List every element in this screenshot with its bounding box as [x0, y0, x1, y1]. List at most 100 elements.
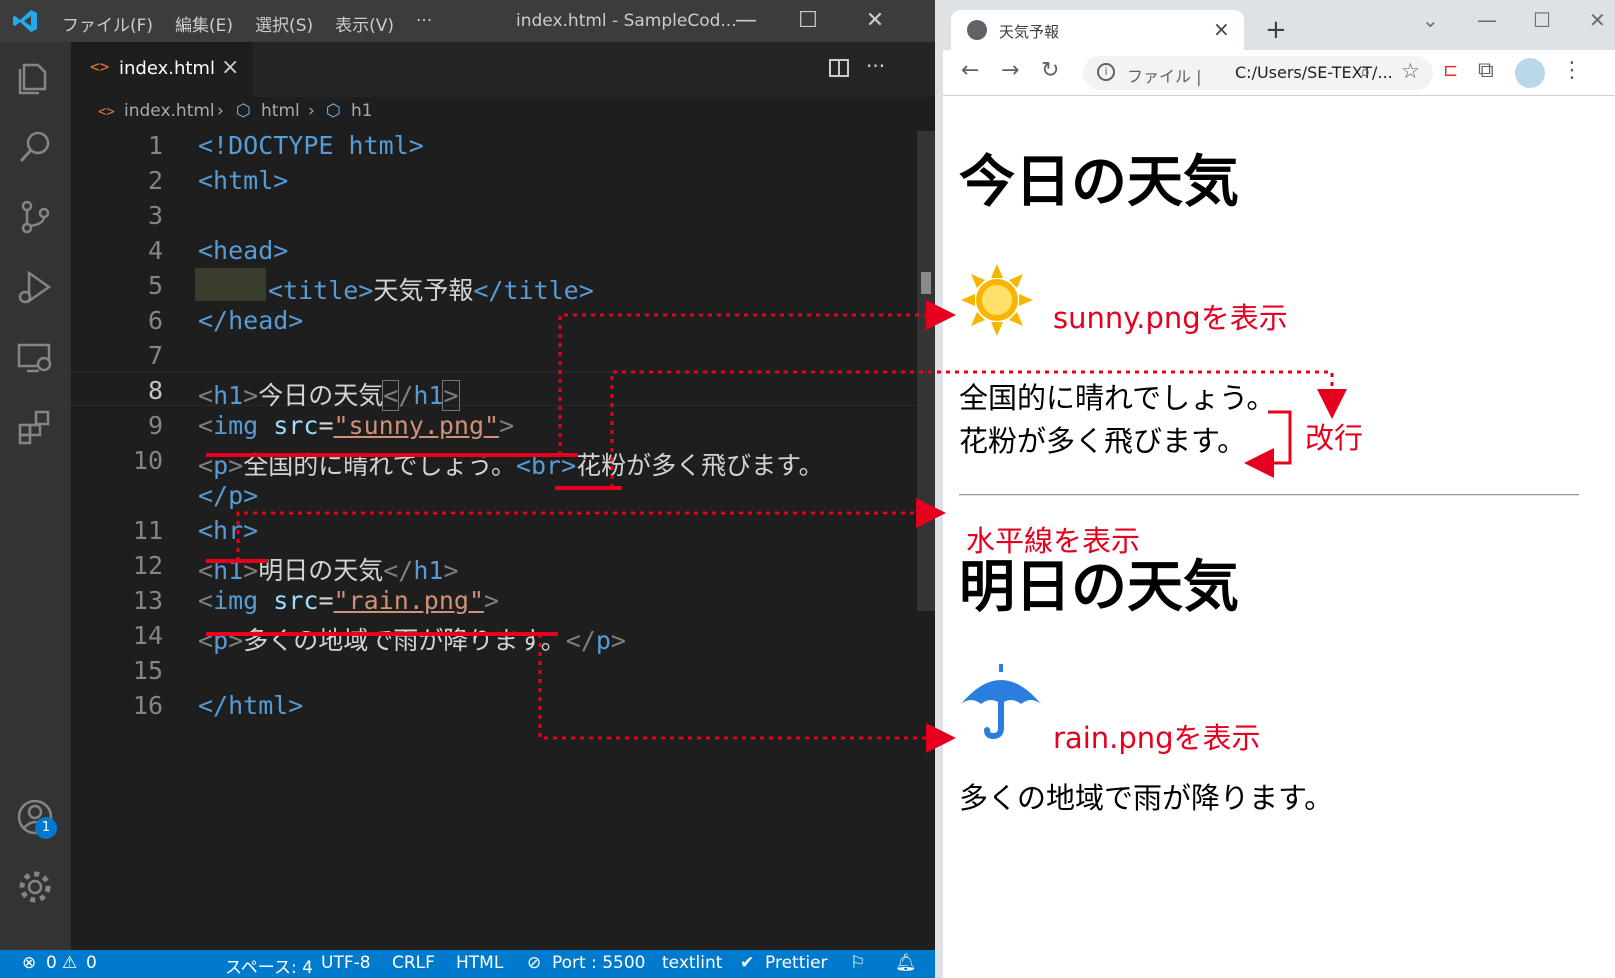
- menu-bar: ファイル(F) 編集(E) 選択(S) 表示(V) ···: [62, 11, 432, 36]
- new-tab-button[interactable]: +: [1265, 15, 1287, 45]
- activity-bar: 1: [0, 42, 71, 950]
- h1-text-today: 今日の天気: [258, 381, 384, 410]
- code-line-9: <img src="sunny.png">: [198, 411, 515, 440]
- maximize-button[interactable]: ☐: [788, 6, 828, 36]
- menu-file[interactable]: ファイル(F): [62, 11, 153, 36]
- p-close-tag: </p>: [198, 481, 259, 510]
- line-number: 12: [132, 551, 163, 580]
- html-file-icon: <>: [90, 57, 110, 76]
- line-number: 9: [147, 411, 163, 440]
- br-tag: <br>: [515, 451, 577, 480]
- browser-minimize-button[interactable]: —: [1477, 8, 1497, 32]
- editor-scrollbar[interactable]: [917, 131, 935, 611]
- line-number: 5: [147, 271, 163, 300]
- p-text-2: 花粉が多く飛びます。: [576, 451, 824, 480]
- menu-view[interactable]: 表示(V): [335, 11, 394, 36]
- browser-maximize-button[interactable]: ☐: [1533, 8, 1551, 32]
- star-icon[interactable]: ☆: [1401, 59, 1420, 83]
- umbrella-image: [961, 664, 1041, 740]
- title-text: 天気予報: [373, 276, 474, 305]
- account-badge: 1: [35, 817, 57, 839]
- settings-gear-icon[interactable]: [15, 867, 55, 907]
- error-icon[interactable]: ⊗: [22, 953, 36, 973]
- code-line-8: <h1>今日の天気</h1>: [198, 380, 460, 411]
- title-open-tag: <title>: [268, 276, 374, 305]
- line-number: 8: [147, 376, 163, 405]
- no-port-icon[interactable]: ⊘: [527, 953, 541, 973]
- code-line-13: <img src="rain.png">: [198, 586, 500, 615]
- status-encoding[interactable]: UTF-8: [321, 953, 371, 973]
- split-editor-icon[interactable]: [828, 57, 850, 79]
- back-icon[interactable]: ←: [961, 58, 979, 83]
- status-eol[interactable]: CRLF: [392, 953, 435, 973]
- zoom-icon[interactable]: ⌕: [1360, 61, 1371, 83]
- more-actions-icon[interactable]: ···: [866, 54, 885, 78]
- feedback-icon[interactable]: ⚐: [850, 953, 865, 973]
- browser-toolbar: ← → ↻ i ファイル | C:/Users/SE-TEXT/... ⌕ ☆ …: [943, 50, 1615, 96]
- code-line-10: <p>全国的に晴れでしょう。<br>花粉が多く飛びます。: [198, 451, 824, 480]
- title-bar: ファイル(F) 編集(E) 選択(S) 表示(V) ··· index.html…: [0, 0, 935, 42]
- forward-icon[interactable]: →: [1001, 58, 1019, 83]
- code-line-5: <title>天気予報</title>: [268, 271, 594, 307]
- status-bar: ⊗ 0 ⚠ 0 スペース: 4 UTF-8 CRLF HTML ⊘ Port :…: [0, 950, 935, 978]
- status-linter[interactable]: textlint: [662, 953, 722, 973]
- line-number: 13: [132, 586, 163, 615]
- browser-tab-close-icon[interactable]: ×: [1213, 17, 1230, 41]
- reload-icon[interactable]: ↻: [1041, 58, 1059, 83]
- element-icon: ⬡: [236, 101, 251, 121]
- element-icon: ⬡: [326, 101, 341, 121]
- code-line-16: </html>: [198, 691, 303, 720]
- annotation-rain: rain.pngを表示: [1053, 721, 1261, 755]
- code-line-6: </head>: [198, 306, 303, 335]
- paragraph-today: 全国的に晴れでしょう。 花粉が多く飛びます。: [959, 377, 1275, 463]
- browser-window: 天気予報 × + ⌄ — ☐ ✕ ← → ↻ i ファイル | C:/Users…: [935, 0, 1615, 978]
- code-line-2: <html>: [198, 166, 288, 195]
- status-language[interactable]: HTML: [456, 953, 503, 973]
- menu-selection[interactable]: 選択(S): [255, 11, 313, 36]
- breadcrumb-file[interactable]: index.html: [124, 101, 215, 121]
- code-line-1: <!DOCTYPE html>: [198, 131, 424, 160]
- breadcrumb-h1[interactable]: h1: [351, 101, 373, 121]
- run-debug-icon[interactable]: [15, 267, 55, 307]
- warning-count[interactable]: 0: [86, 953, 97, 973]
- browser-close-button[interactable]: ✕: [1589, 8, 1606, 32]
- address-bar[interactable]: i ファイル | C:/Users/SE-TEXT/... ⌕ ☆: [1083, 56, 1433, 90]
- vscode-window: ファイル(F) 編集(E) 選択(S) 表示(V) ··· index.html…: [0, 0, 935, 978]
- extension-icon[interactable]: ⊏: [1443, 60, 1458, 81]
- explorer-icon[interactable]: [15, 57, 55, 97]
- extension-puzzle-icon[interactable]: ⧉: [1478, 58, 1494, 83]
- paragraph-tomorrow: 多くの地域で雨が降ります。: [959, 781, 1334, 815]
- status-indentation[interactable]: スペース: 4: [225, 953, 313, 978]
- code-line-11: <hr>: [198, 516, 258, 545]
- tab-close-icon[interactable]: ×: [221, 55, 239, 80]
- menu-more[interactable]: ···: [416, 11, 432, 36]
- error-count[interactable]: 0: [46, 953, 57, 973]
- img-src-sunny: "sunny.png": [333, 411, 500, 440]
- close-button[interactable]: ✕: [855, 6, 895, 36]
- line-number: 16: [132, 691, 163, 720]
- status-formatter[interactable]: Prettier: [765, 953, 828, 973]
- check-icon[interactable]: ✔: [740, 953, 754, 973]
- menu-edit[interactable]: 編集(E): [175, 11, 233, 36]
- browser-tab[interactable]: 天気予報 ×: [951, 10, 1244, 50]
- tab-search-icon[interactable]: ⌄: [1422, 8, 1439, 32]
- horizontal-rule: [959, 494, 1579, 496]
- remote-explorer-icon[interactable]: [15, 337, 55, 377]
- minimize-button[interactable]: —: [726, 6, 766, 36]
- status-live-server-port[interactable]: Port : 5500: [552, 953, 646, 973]
- line-number: 1: [147, 131, 163, 160]
- annotation-hr: 水平線を表示: [966, 524, 1141, 558]
- tab-label: index.html: [119, 58, 215, 79]
- code-editor[interactable]: 1 2 3 4 5 6 7 8 9 10 11 12 13 14 15 16 <…: [71, 131, 935, 950]
- search-icon[interactable]: [15, 127, 55, 167]
- info-icon[interactable]: i: [1097, 63, 1115, 81]
- indent-whitespace: [195, 268, 266, 301]
- extensions-icon[interactable]: [15, 407, 55, 447]
- browser-menu-icon[interactable]: ⋮: [1561, 58, 1583, 83]
- tab-index-html[interactable]: <> index.html ×: [71, 42, 253, 97]
- bell-icon[interactable]: 🔔︎: [895, 953, 917, 973]
- profile-avatar-icon[interactable]: [1515, 58, 1545, 88]
- breadcrumb-html[interactable]: html: [261, 101, 300, 121]
- source-control-icon[interactable]: [15, 197, 55, 237]
- warning-icon[interactable]: ⚠: [62, 953, 77, 973]
